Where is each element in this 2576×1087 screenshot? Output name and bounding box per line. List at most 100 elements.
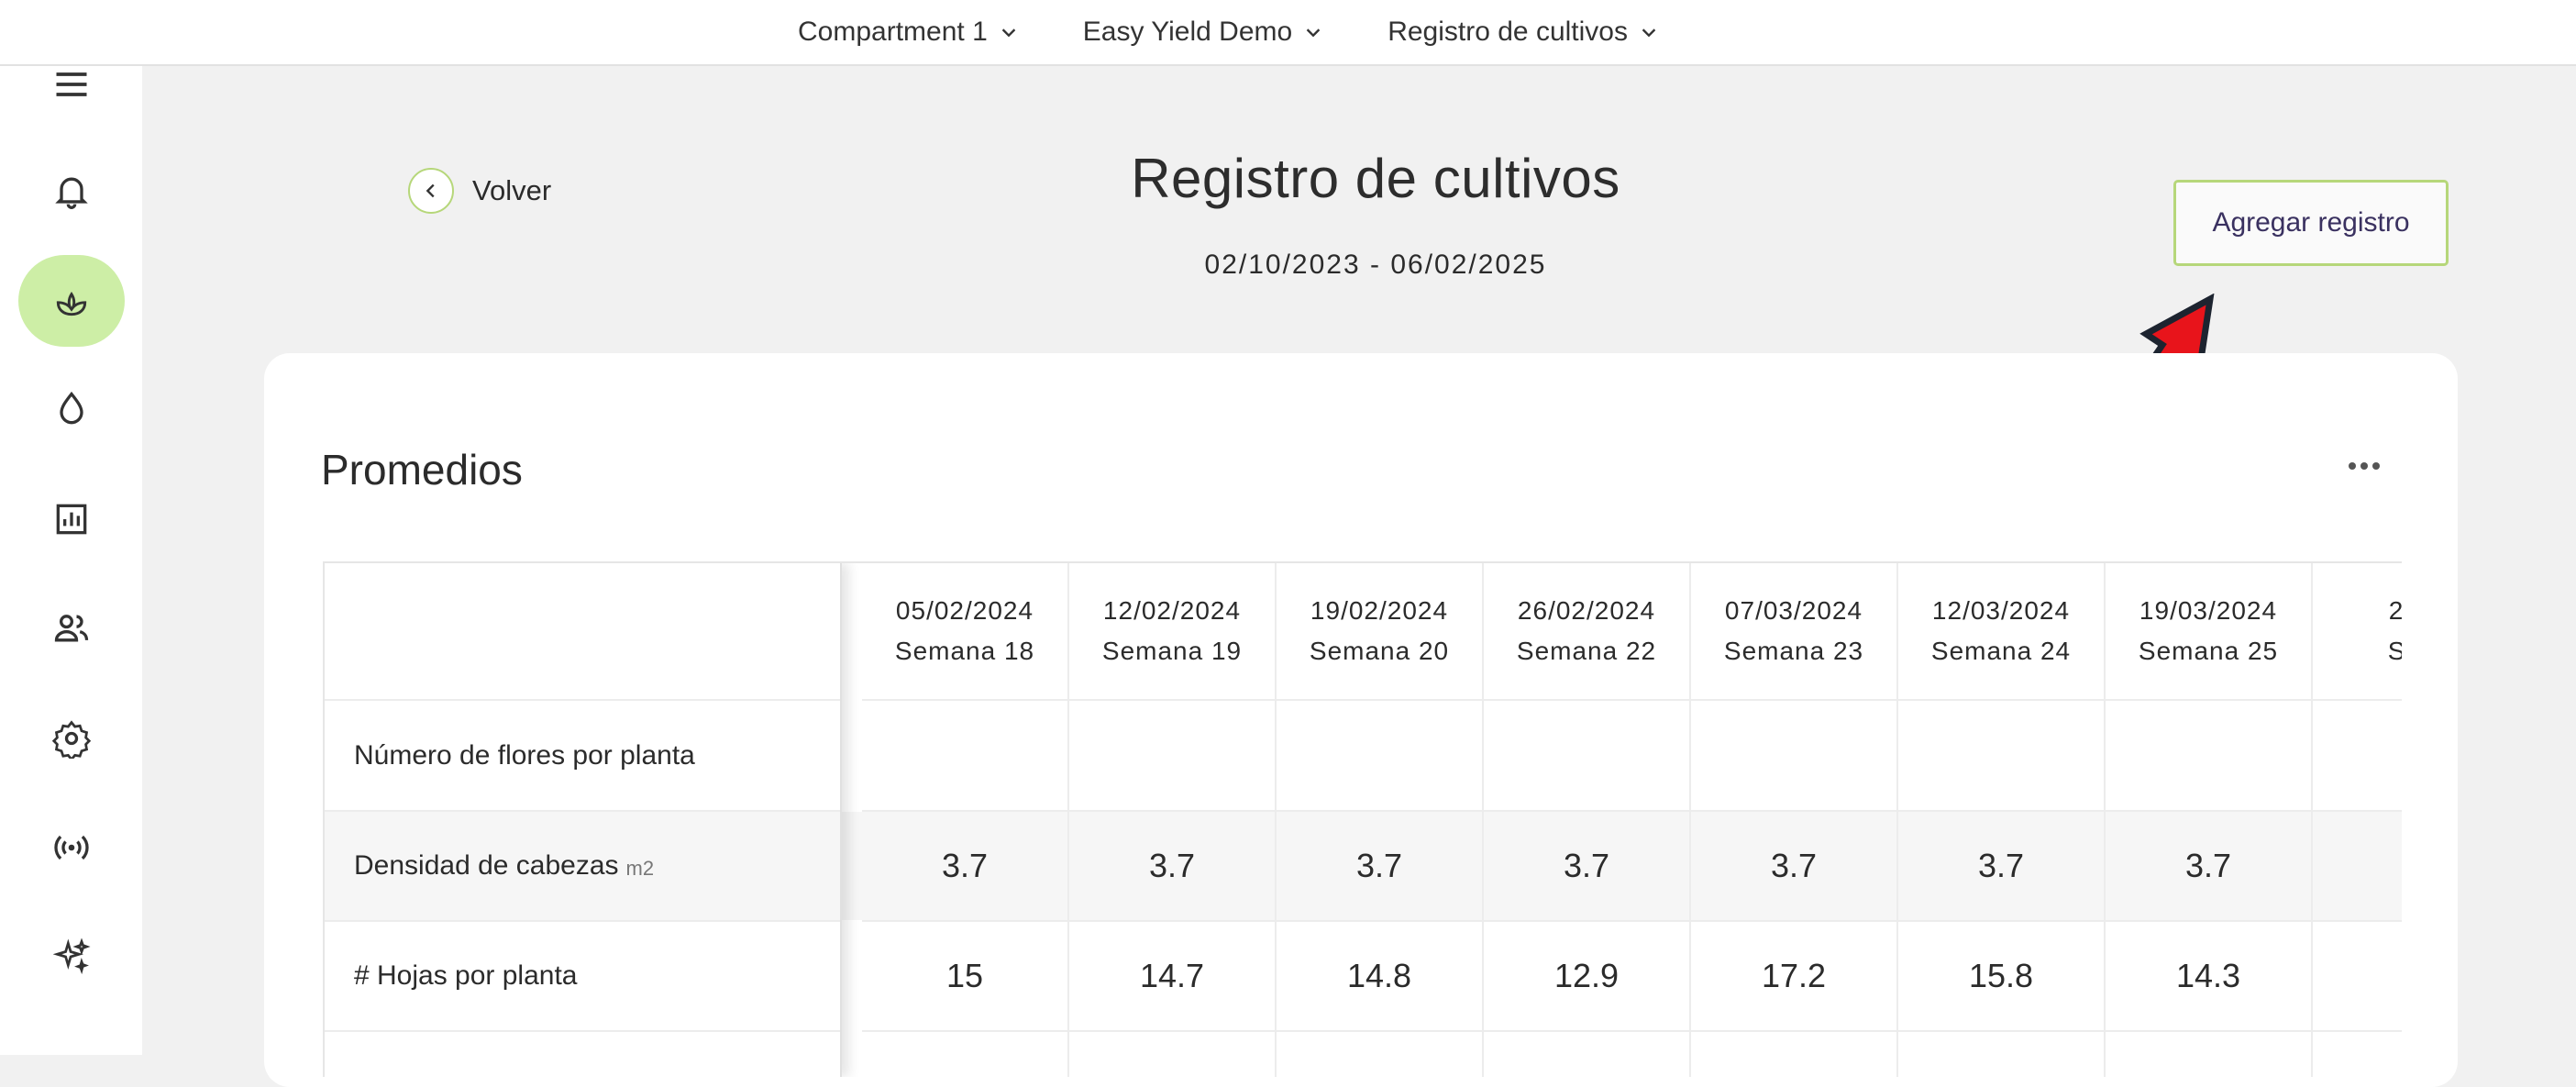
column-date: 05/02/2024 bbox=[895, 596, 1034, 625]
section-label: Registro de cultivos bbox=[1388, 17, 1628, 47]
table-cell[interactable]: 3.7 bbox=[1069, 812, 1275, 922]
bell-icon bbox=[55, 177, 88, 209]
column-week: Semana 25 bbox=[2138, 637, 2279, 665]
more-options-button[interactable] bbox=[2341, 452, 2387, 480]
table-column: 26/0Sem 31 bbox=[2313, 563, 2402, 1077]
sparkle-icon bbox=[52, 937, 91, 975]
back-button[interactable]: Volver bbox=[408, 168, 551, 214]
table-cell[interactable]: 12.9 bbox=[1484, 922, 1689, 1032]
table-cell[interactable]: 14.8 bbox=[1277, 922, 1482, 1032]
sidebar-item-irrigation[interactable] bbox=[18, 363, 125, 455]
table-cell[interactable] bbox=[1691, 702, 1896, 812]
table-cell[interactable]: 15.8 bbox=[1898, 922, 2104, 1032]
column-header[interactable]: 05/02/2024 Semana 18 bbox=[862, 563, 1067, 701]
table-cell[interactable]: 15 bbox=[862, 922, 1067, 1032]
column-date: 07/03/2024 bbox=[1724, 596, 1863, 625]
table-cell[interactable]: 3.7 bbox=[1691, 812, 1896, 922]
table-cell[interactable]: 14.7 bbox=[1069, 922, 1275, 1032]
table-cell[interactable] bbox=[2106, 702, 2311, 812]
column-date: 12/02/2024 bbox=[1102, 596, 1242, 625]
column-date: 12/03/2024 bbox=[1931, 596, 2071, 625]
table-cell[interactable]: 3 bbox=[2313, 812, 2402, 922]
sidebar bbox=[0, 66, 142, 1055]
chevron-down-icon bbox=[1306, 28, 1321, 38]
column-header[interactable]: 07/03/2024 Semana 23 bbox=[1691, 563, 1896, 701]
farm-label: Easy Yield Demo bbox=[1082, 17, 1293, 47]
farm-selector[interactable]: Easy Yield Demo bbox=[1083, 17, 1323, 48]
column-header[interactable]: 19/02/2024 Semana 20 bbox=[1277, 563, 1482, 701]
table-cell[interactable]: 17.2 bbox=[1691, 922, 1896, 1032]
table-column: 07/03/2024 Semana 23 3.7 17.2 bbox=[1691, 563, 1898, 1077]
sidebar-item-reports[interactable] bbox=[18, 473, 125, 565]
row-label-hojas: # Hojas por planta bbox=[325, 922, 840, 1032]
add-record-button[interactable]: Agregar registro bbox=[2173, 180, 2449, 266]
column-header[interactable]: 26/02/2024 Semana 22 bbox=[1484, 563, 1689, 701]
column-header[interactable]: 19/03/2024 Semana 25 bbox=[2106, 563, 2311, 701]
table-label-column: Número de flores por planta Densidad de … bbox=[325, 563, 842, 1077]
table-data-area: 05/02/2024 Semana 18 3.7 15 12/02/2024 Semana… bbox=[862, 563, 2402, 1077]
table-column: 12/03/2024 Semana 24 3.7 15.8 bbox=[1898, 563, 2106, 1077]
plant-icon bbox=[56, 292, 87, 316]
table-cell[interactable] bbox=[1277, 702, 1482, 812]
column-week: Semana 19 bbox=[1101, 637, 1243, 665]
drop-icon bbox=[60, 391, 83, 425]
column-header[interactable]: 12/02/2024 Semana 19 bbox=[1069, 563, 1275, 701]
table-header-empty bbox=[325, 563, 840, 701]
table-cell[interactable] bbox=[1069, 702, 1275, 812]
row-label-flores: Número de flores por planta bbox=[325, 702, 840, 812]
table-cell[interactable] bbox=[1898, 702, 2104, 812]
table-column: 19/02/2024 Semana 20 3.7 14.8 bbox=[1277, 563, 1484, 1077]
column-week: Semana 24 bbox=[1930, 637, 2072, 665]
section-selector[interactable]: Registro de cultivos bbox=[1388, 17, 1659, 48]
column-date: 19/03/2024 bbox=[2139, 596, 2278, 625]
table-column: 26/02/2024 Semana 22 3.7 12.9 bbox=[1484, 563, 1691, 1077]
back-label: Volver bbox=[472, 174, 552, 206]
averages-table[interactable]: Número de flores por planta Densidad de … bbox=[323, 561, 2402, 1077]
table-cell[interactable]: 3.7 bbox=[1277, 812, 1482, 922]
column-header[interactable]: 12/03/2024 Semana 24 bbox=[1898, 563, 2104, 701]
table-cell[interactable]: 1 bbox=[2313, 922, 2402, 1032]
column-header[interactable]: 26/0Sem bbox=[2313, 563, 2402, 701]
sidebar-item-crops[interactable] bbox=[18, 255, 125, 347]
gear-icon bbox=[51, 720, 92, 759]
table-cell[interactable] bbox=[2313, 702, 2402, 812]
row-label-text: Número de flores por planta bbox=[354, 740, 695, 771]
card-title: Promedios bbox=[321, 446, 523, 494]
table-cell[interactable]: 3.7 bbox=[1484, 812, 1689, 922]
table-cell[interactable]: 3.7 bbox=[2106, 812, 2311, 922]
table-cell[interactable]: 3.7 bbox=[1898, 812, 2104, 922]
table-column: 05/02/2024 Semana 18 3.7 15 bbox=[862, 563, 1069, 1077]
sidebar-item-users[interactable] bbox=[18, 582, 125, 674]
chevron-down-icon bbox=[1001, 28, 1016, 38]
date-range[interactable]: 02/10/2023 - 06/02/2025 bbox=[917, 250, 1834, 281]
sidebar-item-alerts[interactable] bbox=[18, 145, 125, 237]
column-date: 19/02/2024 bbox=[1310, 596, 1449, 625]
table-cell[interactable]: 14.3 bbox=[2106, 922, 2311, 1032]
back-circle bbox=[408, 168, 454, 214]
column-date: 26/02/2024 bbox=[1517, 596, 1656, 625]
top-breadcrumb-bar: Compartment 1 Easy Yield Demo Registro d… bbox=[0, 0, 2576, 66]
compartment-label: Compartment 1 bbox=[798, 17, 988, 47]
column-week: Semana 20 bbox=[1309, 637, 1450, 665]
sidebar-item-ai[interactable] bbox=[18, 911, 125, 1003]
row-label-densidad: Densidad de cabezas m2 bbox=[325, 812, 840, 922]
broadcast-icon bbox=[54, 835, 89, 860]
column-week: Semana 22 bbox=[1516, 637, 1657, 665]
chevron-left-icon bbox=[426, 183, 435, 198]
table-column: 19/03/2024 Semana 25 3.7 14.3 bbox=[2106, 563, 2313, 1077]
compartment-selector[interactable]: Compartment 1 bbox=[798, 17, 1019, 48]
column-date: 26/0 bbox=[2389, 591, 2402, 631]
menu-button[interactable] bbox=[18, 39, 125, 130]
more-dot bbox=[2372, 462, 2380, 470]
chart-icon bbox=[56, 504, 87, 535]
row-unit: m2 bbox=[625, 857, 655, 880]
table-cell[interactable] bbox=[862, 702, 1067, 812]
row-label-text: Densidad de cabezas bbox=[354, 850, 619, 881]
page-title: Registro de cultivos bbox=[1131, 148, 1620, 209]
sidebar-item-sensors[interactable] bbox=[18, 802, 125, 893]
column-week: Sem bbox=[2388, 631, 2402, 671]
sidebar-item-settings[interactable] bbox=[18, 693, 125, 784]
chevron-down-icon bbox=[1642, 28, 1656, 38]
table-cell[interactable]: 3.7 bbox=[862, 812, 1067, 922]
table-cell[interactable] bbox=[1484, 702, 1689, 812]
